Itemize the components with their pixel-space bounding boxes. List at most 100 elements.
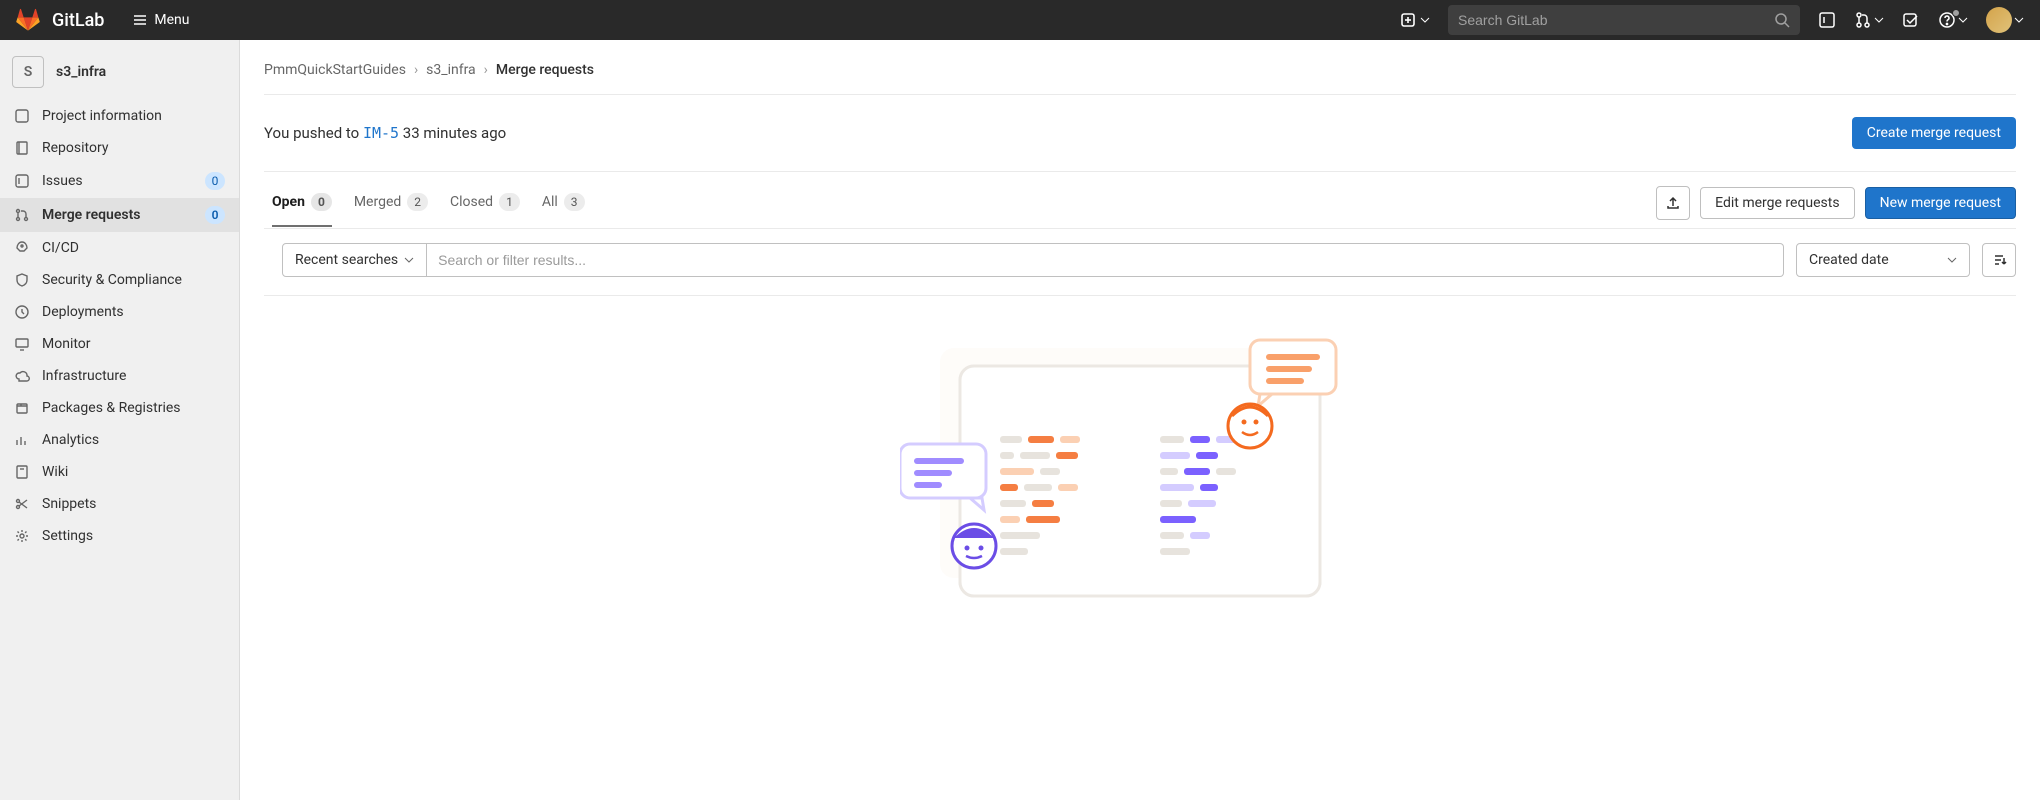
- sidebar-item-monitor[interactable]: Monitor: [0, 328, 239, 360]
- sidebar-item-infrastructure[interactable]: Infrastructure: [0, 360, 239, 392]
- sidebar-item-label: Infrastructure: [42, 368, 225, 384]
- sidebar-item-project-information[interactable]: Project information: [0, 100, 239, 132]
- chevron-down-icon: [2014, 15, 2024, 25]
- breadcrumb-separator: ›: [414, 62, 418, 78]
- sidebar-item-merge-requests[interactable]: Merge requests 0: [0, 198, 239, 232]
- sidebar-item-label: Analytics: [42, 432, 225, 448]
- tab-label: Closed: [450, 194, 493, 210]
- sidebar-item-wiki[interactable]: Wiki: [0, 456, 239, 488]
- analytics-icon: [14, 432, 30, 448]
- sidebar-item-label: Wiki: [42, 464, 225, 480]
- create-merge-request-button[interactable]: Create merge request: [1852, 117, 2016, 149]
- tab-count: 3: [564, 193, 585, 211]
- breadcrumb: PmmQuickStartGuides › s3_infra › Merge r…: [264, 56, 2016, 95]
- sidebar-item-security[interactable]: Security & Compliance: [0, 264, 239, 296]
- user-menu[interactable]: [1986, 7, 2024, 33]
- main-content: PmmQuickStartGuides › s3_infra › Merge r…: [240, 40, 2040, 800]
- sidebar-item-label: Issues: [42, 173, 193, 189]
- sort-desc-icon: [1991, 252, 2007, 268]
- tab-closed[interactable]: Closed 1: [450, 179, 520, 227]
- sidebar-item-analytics[interactable]: Analytics: [0, 424, 239, 456]
- issues-count-badge: 0: [205, 172, 225, 190]
- breadcrumb-item[interactable]: PmmQuickStartGuides: [264, 62, 406, 78]
- brand-name[interactable]: GitLab: [52, 10, 104, 31]
- tab-label: Open: [272, 194, 305, 210]
- sidebar-item-packages[interactable]: Packages & Registries: [0, 392, 239, 424]
- info-icon: [14, 108, 30, 124]
- sidebar-item-label: Project information: [42, 108, 225, 124]
- project-name: s3_infra: [56, 64, 106, 80]
- search-input[interactable]: [1458, 12, 1774, 28]
- sidebar-item-label: Packages & Registries: [42, 400, 225, 416]
- sidebar-item-label: Security & Compliance: [42, 272, 225, 288]
- tab-label: Merged: [354, 194, 401, 210]
- chevron-down-icon: [1947, 255, 1957, 265]
- tab-count: 0: [311, 193, 332, 211]
- breadcrumb-item[interactable]: s3_infra: [426, 62, 476, 78]
- sidebar-item-cicd[interactable]: CI/CD: [0, 232, 239, 264]
- shield-icon: [14, 272, 30, 288]
- new-merge-request-button[interactable]: New merge request: [1865, 187, 2016, 219]
- sidebar-item-issues[interactable]: Issues 0: [0, 164, 239, 198]
- sidebar-item-label: CI/CD: [42, 240, 225, 256]
- tab-open[interactable]: Open 0: [272, 179, 332, 227]
- todos-icon[interactable]: [1902, 11, 1920, 29]
- empty-state-illustration: [264, 296, 2016, 616]
- search-icon: [1774, 12, 1790, 28]
- sidebar-item-snippets[interactable]: Snippets: [0, 488, 239, 520]
- recent-searches-dropdown[interactable]: Recent searches: [282, 243, 427, 277]
- recent-searches-label: Recent searches: [295, 252, 398, 268]
- tab-count: 1: [499, 193, 520, 211]
- sidebar-item-label: Snippets: [42, 496, 225, 512]
- sidebar-item-label: Deployments: [42, 304, 225, 320]
- package-icon: [14, 400, 30, 416]
- export-button[interactable]: [1656, 186, 1690, 220]
- gear-icon: [14, 528, 30, 544]
- issues-icon[interactable]: [1818, 11, 1836, 29]
- filter-input-wrap[interactable]: [426, 243, 1784, 277]
- export-icon: [1665, 195, 1681, 211]
- sidebar: S s3_infra Project information Repositor…: [0, 40, 240, 800]
- branch-link[interactable]: IM-5: [363, 124, 399, 142]
- global-search[interactable]: [1448, 5, 1800, 35]
- tab-count: 2: [407, 193, 428, 211]
- edit-merge-requests-button[interactable]: Edit merge requests: [1700, 187, 1854, 219]
- chevron-down-icon: [1958, 15, 1968, 25]
- monitor-icon: [14, 336, 30, 352]
- chevron-down-icon: [404, 255, 414, 265]
- sidebar-item-settings[interactable]: Settings: [0, 520, 239, 552]
- sort-direction-button[interactable]: [1982, 243, 2016, 277]
- sidebar-item-repository[interactable]: Repository: [0, 132, 239, 164]
- chevron-down-icon: [1420, 15, 1430, 25]
- push-suffix: 33 minutes ago: [399, 124, 506, 142]
- sidebar-item-label: Repository: [42, 140, 225, 156]
- avatar: [1986, 7, 2012, 33]
- help-icon[interactable]: [1938, 11, 1968, 29]
- gitlab-logo-icon[interactable]: [16, 8, 40, 32]
- rocket-icon: [14, 240, 30, 256]
- plus-icon: [1400, 12, 1416, 28]
- tab-all[interactable]: All 3: [542, 179, 585, 227]
- cloud-icon: [14, 368, 30, 384]
- sidebar-item-label: Settings: [42, 528, 225, 544]
- sort-dropdown[interactable]: Created date: [1796, 243, 1970, 277]
- tabs-row: Open 0 Merged 2 Closed 1 All 3: [264, 178, 2016, 229]
- breadcrumb-separator: ›: [484, 62, 488, 78]
- merge-requests-icon[interactable]: [1854, 11, 1884, 29]
- filter-input[interactable]: [438, 252, 1771, 268]
- topbar: GitLab Menu: [0, 0, 2040, 40]
- breadcrumb-item[interactable]: Merge requests: [496, 62, 594, 78]
- create-dropdown[interactable]: [1400, 12, 1430, 28]
- hamburger-icon: [132, 12, 148, 28]
- book-icon: [14, 464, 30, 480]
- scissors-icon: [14, 496, 30, 512]
- issues-icon: [14, 173, 30, 189]
- chevron-down-icon: [1874, 15, 1884, 25]
- filter-row: Recent searches Created date: [264, 229, 2016, 296]
- menu-button[interactable]: Menu: [132, 12, 189, 28]
- tab-merged[interactable]: Merged 2: [354, 179, 428, 227]
- deployments-icon: [14, 304, 30, 320]
- sidebar-item-deployments[interactable]: Deployments: [0, 296, 239, 328]
- project-header[interactable]: S s3_infra: [0, 48, 239, 100]
- merge-request-icon: [14, 207, 30, 223]
